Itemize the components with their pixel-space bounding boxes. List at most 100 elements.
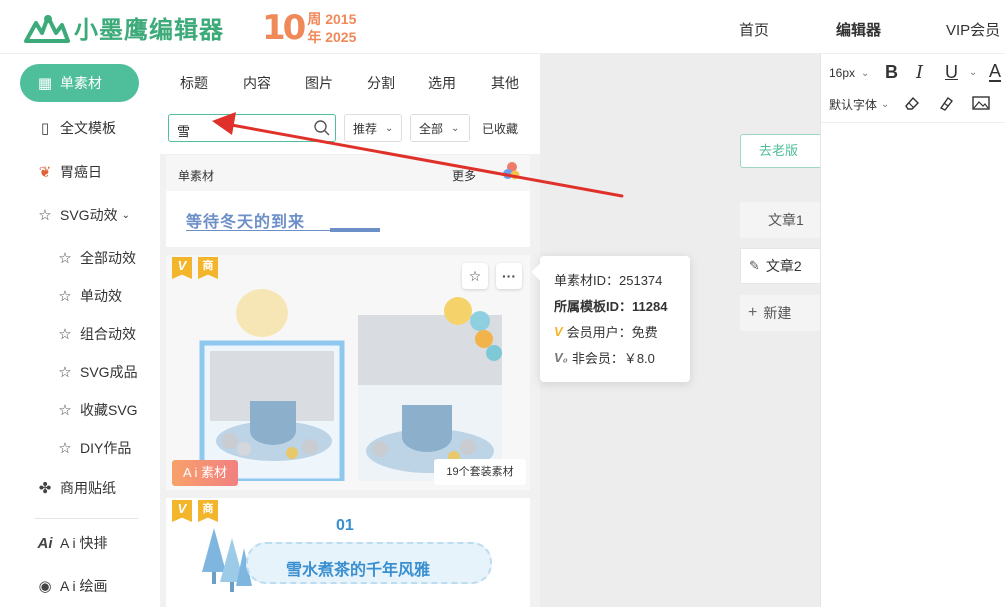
all-dropdown[interactable]: 全部 ⌄	[410, 114, 470, 142]
sidebar-item-diy[interactable]: ☆ DIY作品	[56, 438, 131, 458]
card-title-text: 雪水煮茶的千年风雅	[286, 562, 431, 579]
member-price-row: V 会员用户：免费	[554, 322, 658, 341]
sidebar-item-label: 单动效	[80, 288, 122, 304]
sidebar-item-label: 全文模板	[60, 120, 116, 136]
chevron-down-icon: ⌄	[451, 122, 460, 134]
star-icon: ☆	[58, 288, 72, 305]
template-id: 所属模板ID：11284	[554, 299, 668, 314]
star-icon: ☆	[58, 250, 72, 267]
tab-article-2[interactable]: ✎ 文章2	[740, 248, 820, 284]
tab-other[interactable]: 其他	[491, 73, 519, 93]
edit-icon: ✎	[749, 258, 760, 273]
eraser-icon[interactable]	[903, 94, 921, 112]
sidebar-item-label: SVG成品	[80, 364, 138, 380]
sidebar-item-stomach-day[interactable]: ❦ 胃癌日	[36, 162, 102, 182]
card-underline-bar	[330, 228, 380, 232]
image-icon[interactable]	[971, 94, 991, 112]
font-family-select[interactable]: 默认字体 ⌄	[829, 96, 889, 113]
top-bar: 小墨鹰编辑器 10 周 2015 年 2025 首页 编辑器 VIP会员	[0, 0, 1005, 54]
sidebar-item-all-anim[interactable]: ☆ 全部动效	[56, 248, 136, 268]
nav-editor[interactable]: 编辑器	[836, 19, 881, 40]
all-label: 全部	[419, 121, 444, 136]
chevron-down-icon: ⌄	[385, 122, 394, 134]
sidebar-item-ai-paint[interactable]: ◉ A i 绘画	[36, 576, 107, 596]
card-title-text: 等待冬天的到来	[186, 214, 306, 231]
toolbar-divider	[821, 122, 1005, 123]
vip-v-icon: V	[554, 324, 563, 339]
nonmember-price-row: V₀ 非会员：￥8.0	[554, 348, 655, 367]
non-vip-v-icon: V₀	[554, 350, 568, 365]
underline-button[interactable]: U	[945, 62, 958, 83]
sidebar-item-label: 商用贴纸	[60, 480, 116, 496]
new-article-button[interactable]: + 新建	[740, 295, 820, 331]
material-card[interactable]: V 商 01 雪水煮茶的千年风雅	[166, 498, 530, 607]
sidebar-divider	[34, 518, 138, 519]
font-size-value: 16px	[829, 66, 856, 80]
eagle-logo-icon	[24, 14, 70, 43]
search-input[interactable]: 雪	[168, 114, 336, 142]
snow-tea-illustration	[199, 289, 502, 481]
font-family-value: 默认字体	[829, 98, 878, 112]
sidebar-item-single-material[interactable]: ▦ 单素材	[20, 64, 139, 102]
chevron-down-icon[interactable]: ⌄	[969, 67, 977, 78]
tab-image[interactable]: 图片	[305, 73, 333, 93]
new-label: 新建	[763, 305, 792, 321]
section-title: 单素材	[178, 169, 215, 183]
tab-article-1[interactable]: 文章1	[740, 202, 820, 238]
bold-button[interactable]: B	[885, 62, 898, 83]
sidebar-item-single-anim[interactable]: ☆ 单动效	[56, 286, 122, 306]
old-version-button[interactable]: 去老版	[740, 134, 820, 168]
more-link[interactable]: 更多	[452, 167, 476, 184]
sidebar-item-stickers[interactable]: ✤ 商用贴纸	[36, 478, 116, 498]
commercial-badge-icon: 商	[198, 500, 218, 522]
grid-icon: ▦	[37, 75, 53, 92]
format-toolbar: 16px ⌄ B I U ⌄ A 默认字体 ⌄	[820, 54, 1005, 607]
puzzle-icon: ✤	[38, 480, 52, 497]
category-tabs: 标题 内容 图片 分割 选用 其他	[160, 54, 540, 108]
search-value: 雪	[177, 124, 191, 139]
sidebar-item-ai-layout[interactable]: Ai A i 快排	[36, 533, 108, 553]
chevron-down-icon: ⌄	[861, 67, 870, 79]
chevron-down-icon: ⌄	[881, 99, 890, 110]
sidebar-item-svg-anim[interactable]: ☆ SVG动效 ⌄	[36, 205, 130, 225]
material-card-selected[interactable]: V 商 ☆ ··· A i 素材 19个套装素材	[166, 255, 530, 490]
material-info-tooltip: 单素材ID：251374 所属模板ID：11284 V 会员用户：免费 V₀ 非…	[531, 256, 690, 382]
ai-material-tag: A i 素材	[172, 460, 238, 486]
format-brush-icon[interactable]	[937, 94, 955, 112]
sidebar-item-full-template[interactable]: ▯ 全文模板	[36, 118, 116, 138]
sidebar-item-label: 全部动效	[80, 250, 136, 266]
set-count-tag: 19个套装素材	[434, 459, 526, 485]
tab-select[interactable]: 选用	[428, 73, 456, 93]
nav-vip[interactable]: VIP会员	[946, 19, 1000, 40]
anniversary-line-1: 周 2015	[307, 11, 357, 27]
sidebar-item-label: A i 绘画	[60, 578, 108, 594]
material-card[interactable]: 等待冬天的到来	[166, 191, 530, 247]
palette-icon: ◉	[38, 578, 52, 595]
material-panel: 标题 内容 图片 分割 选用 其他 雪 推荐 ⌄ 全部 ⌄ 已收藏 单素材 更多…	[160, 54, 540, 607]
anniversary-badge: 10 周 2015 年 2025	[262, 8, 356, 48]
sidebar-item-label: SVG动效	[60, 207, 118, 223]
member-price: 会员用户：免费	[566, 325, 658, 340]
nonmember-price: 非会员：￥8.0	[571, 351, 655, 366]
sidebar-item-fav-svg[interactable]: ☆ 收藏SVG	[56, 400, 138, 420]
search-icon[interactable]	[313, 119, 331, 137]
recommend-label: 推荐	[353, 121, 378, 136]
recommend-dropdown[interactable]: 推荐 ⌄	[344, 114, 402, 142]
nav-home[interactable]: 首页	[739, 19, 769, 40]
font-size-select[interactable]: 16px ⌄	[829, 66, 869, 80]
tab-title[interactable]: 标题	[180, 73, 208, 93]
balloon-icon	[503, 162, 520, 180]
star-icon: ☆	[58, 364, 72, 381]
sidebar-item-combo-anim[interactable]: ☆ 组合动效	[56, 324, 136, 344]
layout-icon: ▯	[40, 120, 50, 137]
font-color-button[interactable]: A	[989, 62, 1002, 82]
favorites-link[interactable]: 已收藏	[482, 120, 518, 137]
tab-content[interactable]: 内容	[243, 73, 271, 93]
section-header: 单素材 更多	[166, 155, 530, 191]
sidebar-item-label: 收藏SVG	[80, 402, 138, 418]
sidebar-item-svg-product[interactable]: ☆ SVG成品	[56, 362, 138, 382]
tab-divider[interactable]: 分割	[367, 73, 395, 93]
logo-text: 小墨鹰编辑器	[74, 17, 224, 44]
italic-button[interactable]: I	[916, 62, 923, 83]
logo[interactable]: 小墨鹰编辑器	[22, 10, 224, 45]
